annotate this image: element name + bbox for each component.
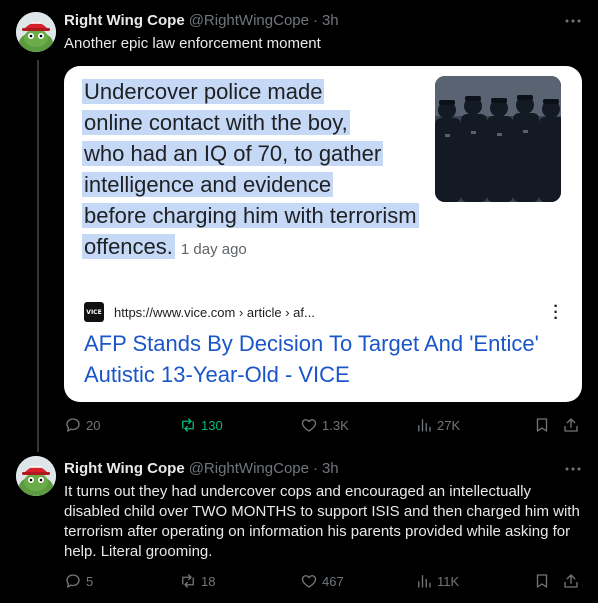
separator-dot: · [312,11,318,29]
author-handle[interactable]: @RightWingCope [189,460,309,477]
reply-count: 5 [86,573,94,589]
like-button[interactable]: 1.3K [300,414,349,436]
headline-line: before charging him with terrorism [82,203,419,228]
bookmark-button[interactable] [533,570,551,592]
timestamp[interactable]: 3h [322,460,339,477]
retweet-count: 130 [201,417,223,433]
retweet-icon [182,574,194,588]
separator-dot: · [312,459,318,477]
card-menu-icon[interactable]: · · · [552,299,560,327]
share-icon [564,574,578,588]
card-link-title[interactable]: AFP Stands By Decision To Target And 'En… [84,328,554,390]
reply-icon [66,418,80,432]
tweet[interactable]: Right Wing Cope @RightWingCope · 3h It t… [0,452,598,603]
headline-line: intelligence and evidence [82,172,334,197]
bookmark-icon [536,574,548,588]
retweet-button[interactable]: 18 [179,570,215,592]
like-icon [301,419,317,432]
author-name[interactable]: Right Wing Cope [64,12,185,29]
reply-button[interactable]: 20 [64,414,100,436]
avatar[interactable] [16,456,56,496]
like-icon [301,575,317,588]
views-icon [418,575,431,588]
action-bar: 20 130 1.3K 27K [64,414,582,436]
headline-line: offences. [82,234,175,259]
views-button[interactable]: 27K [415,414,460,436]
tweet-text: Another epic law enforcement moment [64,35,321,52]
tweet[interactable]: Right Wing Cope @RightWingCope · 3h Anot… [0,0,598,452]
bookmark-button[interactable] [533,414,551,436]
views-count: 11K [437,573,460,589]
like-count: 467 [322,573,344,589]
card-source[interactable]: VICE https://www.vice.com › article › af… [84,302,315,322]
views-count: 27K [437,417,461,433]
like-button[interactable]: 467 [300,570,344,592]
tweet-text: It turns out they had undercover cops an… [64,483,580,560]
avatar[interactable] [16,12,56,52]
views-button[interactable]: 11K [415,570,459,592]
source-url[interactable]: https://www.vice.com › article › af... [114,305,315,320]
reply-count: 20 [86,417,101,433]
more-icon[interactable] [564,460,582,478]
headline-line: Undercover police made [82,79,325,104]
author-handle[interactable]: @RightWingCope [189,12,309,29]
reply-icon [66,574,80,588]
author-name[interactable]: Right Wing Cope [64,460,185,477]
tweet-header: Right Wing Cope @RightWingCope · 3h [64,458,339,478]
share-button[interactable] [562,414,580,436]
views-icon [418,419,431,432]
article-age: 1 day ago [180,241,247,258]
action-bar: 5 18 467 11K [64,570,582,592]
retweet-icon [182,418,194,432]
vice-favicon-icon: VICE [84,302,104,322]
headline-line: who had an IQ of 70, to gather [82,141,384,166]
headline-line: online contact with the boy, [82,110,350,135]
bookmark-icon [536,418,548,432]
share-button[interactable] [562,570,580,592]
retweet-count: 18 [201,573,216,589]
like-count: 1.3K [322,417,349,433]
reply-button[interactable]: 5 [64,570,93,592]
share-icon [564,418,578,432]
embedded-card[interactable]: Undercover police made online contact wi… [64,66,582,402]
timestamp[interactable]: 3h [322,12,339,29]
tweet-header: Right Wing Cope @RightWingCope · 3h [64,10,339,30]
more-icon[interactable] [564,12,582,30]
retweet-button[interactable]: 130 [179,414,223,436]
police-photo [435,76,561,202]
